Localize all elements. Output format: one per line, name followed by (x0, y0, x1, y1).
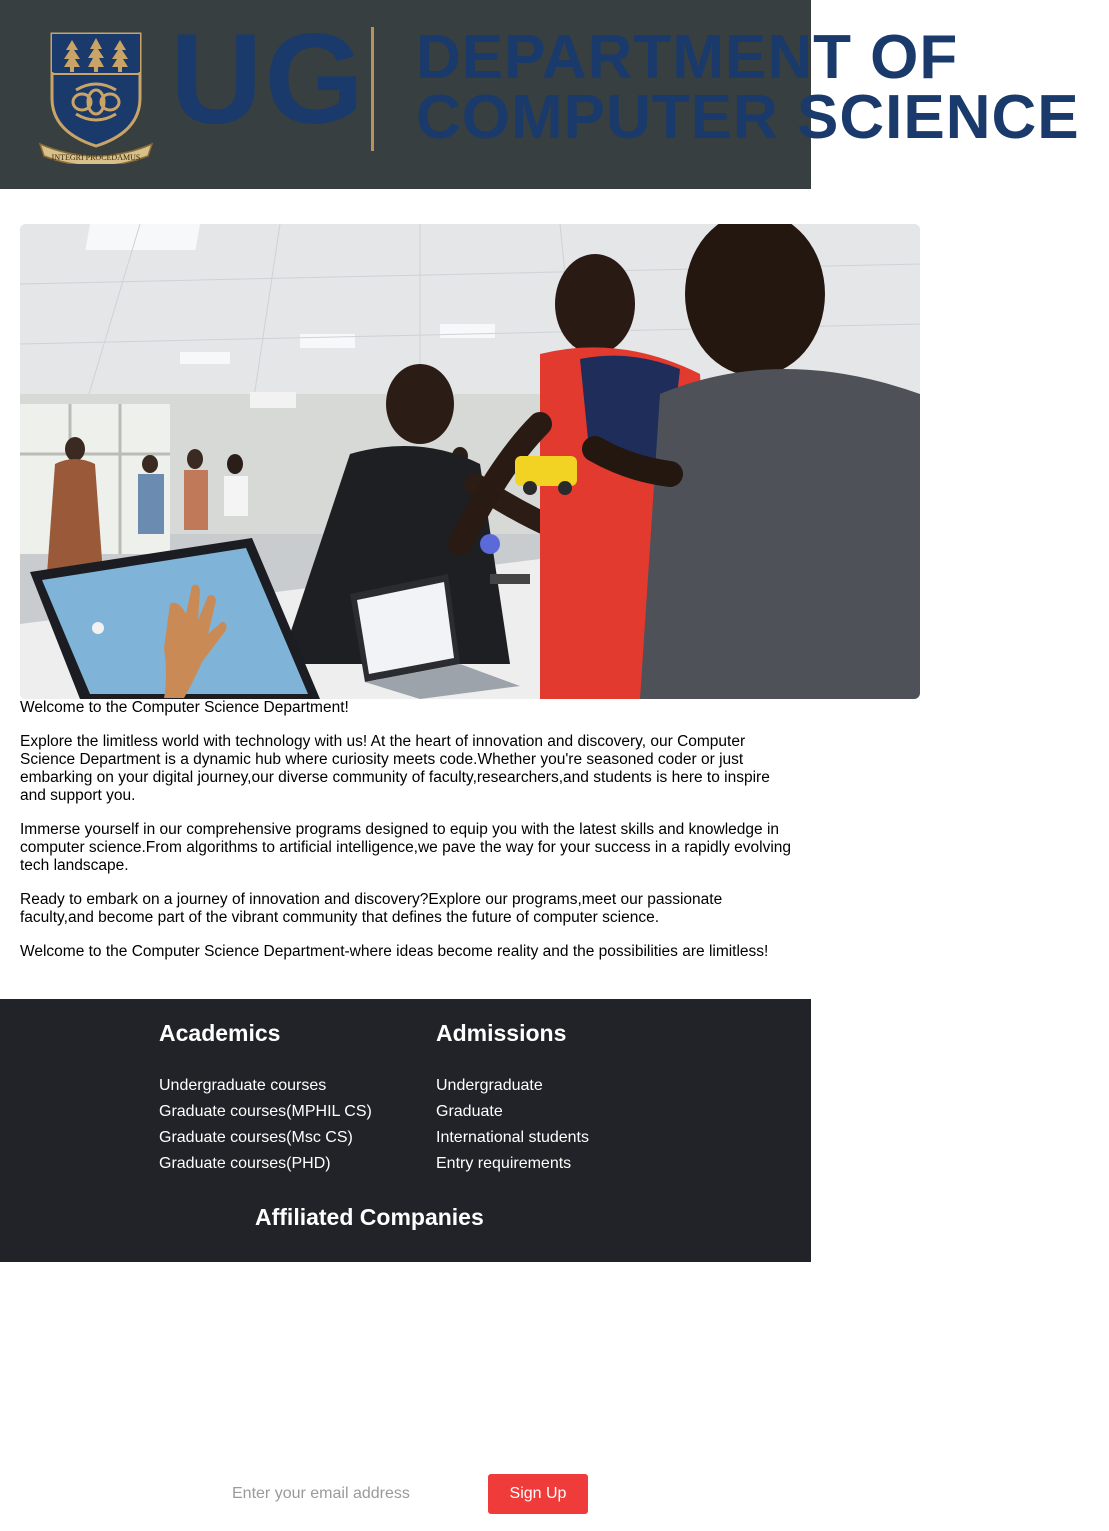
page-title-line-2: COMPUTER SCIENCE (416, 83, 1080, 152)
sign-up-button[interactable]: Sign Up (488, 1474, 588, 1514)
crest-icon: INTEGRI PROCEDAMUS (38, 32, 154, 167)
academics-link-msc-cs[interactable]: Graduate courses(Msc CS) (159, 1125, 372, 1151)
svg-text:INTEGRI PROCEDAMUS: INTEGRI PROCEDAMUS (52, 153, 141, 162)
logo-divider (371, 27, 374, 151)
academics-heading: Academics (159, 1020, 281, 1046)
hero-image (20, 224, 920, 699)
academics-column: Academics Undergraduate courses Graduate… (159, 1019, 372, 1177)
intro-paragraph: Immerse yourself in our comprehensive pr… (20, 821, 792, 874)
intro-paragraph: Explore the limitless world with technol… (20, 733, 770, 804)
email-input[interactable] (222, 1476, 492, 1512)
admissions-link-international-students[interactable]: International students (436, 1125, 589, 1151)
ug-crest-logo[interactable]: INTEGRI PROCEDAMUS (38, 28, 154, 167)
ug-wordmark: UG (170, 8, 366, 151)
intro-paragraph: Welcome to the Computer Science Departme… (20, 943, 769, 960)
academics-link-undergraduate-courses[interactable]: Undergraduate courses (159, 1073, 372, 1099)
footer: Academics Undergraduate courses Graduate… (0, 999, 811, 1262)
page-title-line-1: DEPARTMENT OF (416, 23, 959, 92)
admissions-link-undergraduate[interactable]: Undergraduate (436, 1073, 589, 1099)
admissions-heading: Admissions (436, 1020, 567, 1046)
intro-section: Welcome to the Computer Science Departme… (20, 699, 795, 977)
intro-paragraph: Ready to embark on a journey of innovati… (20, 891, 723, 926)
admissions-list: Undergraduate Graduate International stu… (436, 1073, 589, 1177)
admissions-link-entry-requirements[interactable]: Entry requirements (436, 1151, 589, 1177)
admissions-link-graduate[interactable]: Graduate (436, 1099, 589, 1125)
admissions-column: Admissions Undergraduate Graduate Intern… (436, 1019, 589, 1177)
page-title: DEPARTMENT OF COMPUTER SCIENCE (416, 23, 1080, 152)
affiliated-companies-heading: Affiliated Companies (255, 1204, 484, 1230)
hero-photo-icon (20, 224, 920, 699)
academics-link-mphil-cs[interactable]: Graduate courses(MPHIL CS) (159, 1099, 372, 1125)
academics-list: Undergraduate courses Graduate courses(M… (159, 1073, 372, 1177)
welcome-heading: Welcome to the Computer Science Departme… (20, 699, 349, 716)
academics-link-phd[interactable]: Graduate courses(PHD) (159, 1151, 372, 1177)
